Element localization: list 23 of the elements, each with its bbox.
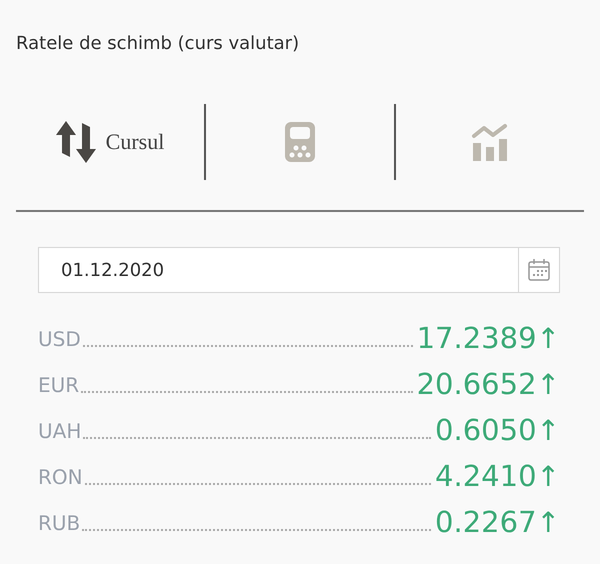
exchange-rate: 0.6050 xyxy=(435,416,537,445)
up-down-arrows-icon xyxy=(56,121,96,163)
tab[interactable]: Cursul xyxy=(16,104,204,180)
calendar-button[interactable] xyxy=(518,247,560,293)
trend-arrow: ↑ xyxy=(536,417,560,445)
trend-arrow: ↑ xyxy=(536,371,560,399)
bar-chart-icon xyxy=(471,123,509,161)
calendar-icon xyxy=(528,259,550,281)
exchange-rate: 4.2410 xyxy=(435,462,537,491)
currency-code: RON xyxy=(38,467,83,491)
trend-arrow: ↑ xyxy=(536,463,560,491)
currency-code: EUR xyxy=(38,375,80,399)
date-field[interactable]: 01.12.2020 xyxy=(38,247,518,293)
currency-code: UAH xyxy=(38,421,82,445)
currency-code: RUB xyxy=(38,513,80,537)
exchange-rate: 17.2389 xyxy=(416,324,537,353)
exchange-rate: 0.2267 xyxy=(435,508,537,537)
exchange-rate: 20.6652 xyxy=(416,370,537,399)
widget-title: Ratele de schimb (curs valutar) xyxy=(15,32,300,54)
trend-arrow: ↑ xyxy=(536,509,560,537)
calculator-icon xyxy=(285,122,315,162)
trend-arrow: ↑ xyxy=(536,325,560,353)
currency-code: USD xyxy=(38,329,81,353)
